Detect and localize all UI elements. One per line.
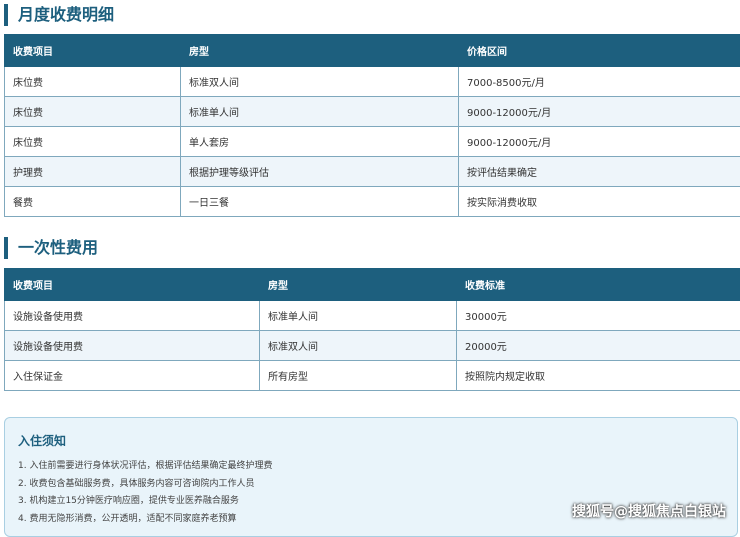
- cell-price: 9000-12000元/月: [459, 97, 740, 127]
- notice-title: 入住须知: [18, 432, 66, 449]
- cell-room: 根据护理等级评估: [181, 157, 459, 187]
- cell-price: 按实际消费收取: [459, 187, 740, 217]
- cell-item: 床位费: [5, 67, 181, 97]
- onetime-fee-table: 收费项目 房型 收费标准 设施设备使用费 标准单人间 30000元 设施设备使用…: [4, 268, 740, 391]
- monthly-fee-table: 收费项目 房型 价格区间 床位费 标准双人间 7000-8500元/月 床位费 …: [4, 34, 740, 217]
- list-item: 3. 机构建立15分钟医疗响应圈，提供专业医养融合服务: [18, 493, 272, 511]
- column-header-room: 房型: [181, 35, 459, 67]
- table-row: 设施设备使用费 标准双人间 20000元: [5, 331, 740, 361]
- cell-price: 按评估结果确定: [459, 157, 740, 187]
- cell-room: 标准双人间: [181, 67, 459, 97]
- cell-room: 单人套房: [181, 127, 459, 157]
- cell-item: 护理费: [5, 157, 181, 187]
- watermark: 搜狐号@搜狐焦点白银站: [572, 501, 726, 521]
- cell-item: 入住保证金: [5, 361, 260, 391]
- list-item: 1. 入住前需要进行身体状况评估，根据评估结果确定最终护理费: [18, 458, 272, 476]
- cell-room: 一日三餐: [181, 187, 459, 217]
- notice-list: 1. 入住前需要进行身体状况评估，根据评估结果确定最终护理费 2. 收费包含基础…: [18, 458, 272, 528]
- table-row: 床位费 标准双人间 7000-8500元/月: [5, 67, 740, 97]
- column-header-room: 房型: [260, 269, 457, 301]
- table-row: 入住保证金 所有房型 按照院内规定收取: [5, 361, 740, 391]
- cell-standard: 30000元: [457, 301, 740, 331]
- table-row: 床位费 标准单人间 9000-12000元/月: [5, 97, 740, 127]
- column-header-item: 收费项目: [5, 35, 181, 67]
- onetime-section-title: 一次性费用: [4, 237, 98, 259]
- column-header-item: 收费项目: [5, 269, 260, 301]
- table-header-row: 收费项目 房型 收费标准: [5, 269, 740, 301]
- cell-item: 餐费: [5, 187, 181, 217]
- cell-item: 设施设备使用费: [5, 331, 260, 361]
- cell-standard: 按照院内规定收取: [457, 361, 740, 391]
- list-item: 4. 费用无隐形消费，公开透明，适配不同家庭养老预算: [18, 511, 272, 529]
- cell-standard: 20000元: [457, 331, 740, 361]
- column-header-standard: 收费标准: [457, 269, 740, 301]
- cell-room: 标准单人间: [260, 301, 457, 331]
- cell-room: 标准双人间: [260, 331, 457, 361]
- cell-room: 标准单人间: [181, 97, 459, 127]
- monthly-section-title: 月度收费明细: [4, 4, 114, 26]
- cell-item: 床位费: [5, 97, 181, 127]
- cell-item: 设施设备使用费: [5, 301, 260, 331]
- list-item: 2. 收费包含基础服务费，具体服务内容可咨询院内工作人员: [18, 476, 272, 494]
- column-header-price: 价格区间: [459, 35, 740, 67]
- table-row: 床位费 单人套房 9000-12000元/月: [5, 127, 740, 157]
- table-header-row: 收费项目 房型 价格区间: [5, 35, 740, 67]
- cell-price: 9000-12000元/月: [459, 127, 740, 157]
- cell-price: 7000-8500元/月: [459, 67, 740, 97]
- table-row: 餐费 一日三餐 按实际消费收取: [5, 187, 740, 217]
- table-row: 设施设备使用费 标准单人间 30000元: [5, 301, 740, 331]
- table-row: 护理费 根据护理等级评估 按评估结果确定: [5, 157, 740, 187]
- cell-item: 床位费: [5, 127, 181, 157]
- cell-room: 所有房型: [260, 361, 457, 391]
